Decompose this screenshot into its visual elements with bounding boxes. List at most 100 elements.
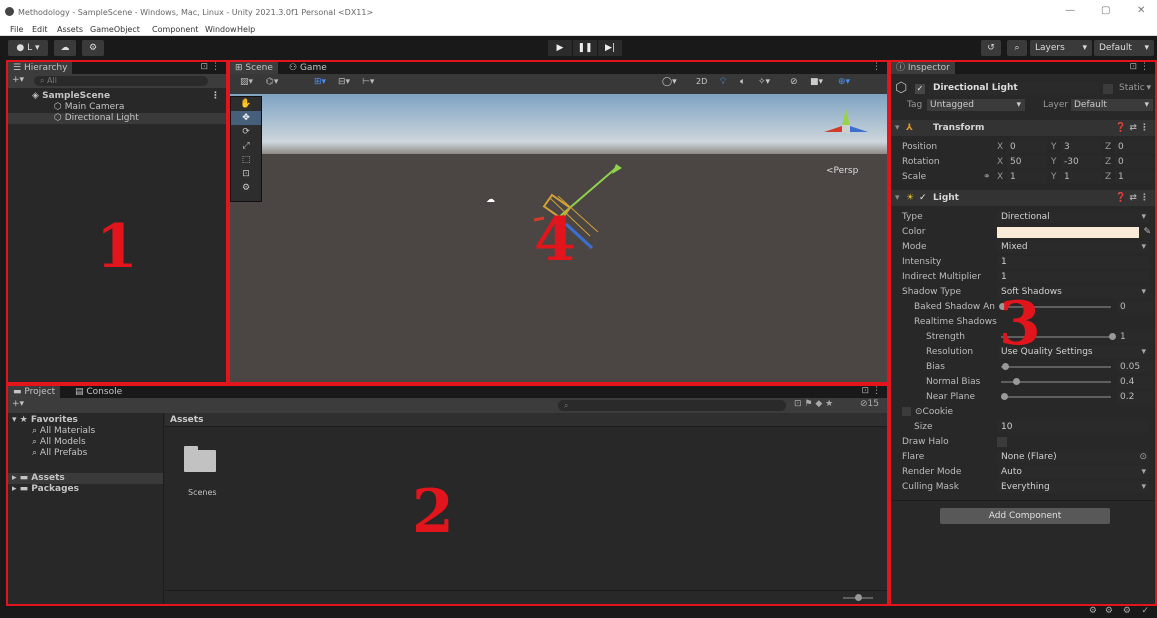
maximize-button[interactable]: ▢ [1101, 5, 1110, 16]
normal-bias-field[interactable]: 0.4 [1117, 376, 1153, 388]
play-button[interactable]: ▶ [548, 40, 572, 56]
mode-dropdown[interactable]: Mixed [997, 241, 1149, 253]
list-item[interactable]: ⬡ Directional Light [8, 113, 226, 124]
folder-icon[interactable] [184, 446, 216, 472]
tab-console[interactable]: ▤ Console [70, 386, 127, 398]
lighting-status-icon[interactable]: ⚙ [1123, 606, 1131, 616]
hidden-packages-toggle[interactable]: ⊘15 [860, 399, 879, 409]
add-button[interactable]: +▾ [12, 75, 24, 85]
kebab-menu-icon[interactable]: ⋮ [872, 386, 881, 396]
render-mode-dropdown[interactable]: Auto [997, 466, 1149, 478]
effects-icon[interactable]: ✧▾ [758, 77, 770, 87]
assets-root-row[interactable]: ▸ ▬ Assets [8, 473, 163, 484]
list-item[interactable]: ⌕ All Materials [32, 426, 95, 437]
culling-mask-dropdown[interactable]: Everything [997, 481, 1149, 493]
cloud-icon[interactable]: ☁ [54, 40, 76, 56]
custom-tool-icon[interactable]: ⚙ [231, 181, 261, 195]
hand-tool-icon[interactable]: ✋ [231, 97, 261, 111]
position-y-field[interactable]: 3 [1061, 141, 1101, 153]
grid-snap-icon[interactable]: ⊞▾ [314, 77, 326, 87]
near-plane-field[interactable]: 0.2 [1117, 391, 1153, 403]
menu-assets[interactable]: Assets [57, 25, 83, 34]
breadcrumb[interactable]: Assets [165, 413, 887, 427]
orientation-gizmo[interactable] [818, 98, 874, 154]
layers-dropdown[interactable]: Layers ▾ [1030, 40, 1092, 56]
layer-dropdown[interactable]: Default ▾ [1071, 99, 1153, 111]
strength-field[interactable]: 1 [1117, 331, 1153, 343]
add-component-button[interactable]: Add Component [940, 508, 1110, 524]
increment-snap-icon[interactable]: ⊟▾ [338, 77, 350, 87]
static-checkbox[interactable] [1103, 84, 1113, 94]
kebab-menu-icon[interactable]: ⋮ [211, 62, 220, 72]
eyedropper-icon[interactable]: ✎ [1143, 225, 1151, 239]
tab-inspector[interactable]: ⓘ Inspector [891, 62, 955, 74]
folder-label[interactable]: Scenes [188, 488, 217, 497]
layout-dropdown[interactable]: Default ▾ [1094, 40, 1154, 56]
gizmo-center[interactable] [842, 125, 850, 133]
2d-toggle[interactable]: 2D [696, 77, 707, 86]
ruler-icon[interactable]: ⊢▾ [362, 77, 374, 87]
history-icon[interactable]: ↺ [981, 40, 1001, 56]
kebab-menu-icon[interactable]: ⋮ [1140, 62, 1149, 72]
audio-icon[interactable]: 🔈︎ [740, 77, 745, 87]
progress-icon[interactable]: ⚙ [1105, 606, 1113, 616]
kebab-menu-icon[interactable]: ⋮ [211, 91, 220, 102]
persp-label[interactable]: <Persp [826, 166, 858, 176]
minimize-button[interactable]: — [1065, 5, 1075, 16]
static-label[interactable]: Static [1119, 83, 1145, 93]
slider-knob[interactable] [855, 594, 862, 601]
menu-edit[interactable]: Edit [32, 25, 48, 34]
tag-dropdown[interactable]: Untagged ▾ [927, 99, 1025, 111]
flare-field[interactable]: None (Flare) [997, 451, 1149, 463]
search-icon[interactable]: ⌕ [1007, 40, 1027, 56]
collab-icon[interactable]: ⚙ [82, 40, 104, 56]
menu-window[interactable]: Window [205, 25, 237, 34]
account-button[interactable]: ● L ▾ [8, 40, 48, 56]
menu-file[interactable]: File [10, 25, 23, 34]
shading-icon[interactable]: ⌬▾ [266, 77, 278, 87]
near-plane-slider[interactable] [1001, 396, 1111, 398]
tab-scene[interactable]: ⊞ Scene [230, 62, 278, 74]
light-enabled-checkbox[interactable]: ✓ [919, 190, 927, 206]
packages-root-row[interactable]: ▸ ▬ Packages [12, 484, 79, 495]
gizmo-z-axis[interactable] [850, 126, 868, 132]
menu-component[interactable]: Component [152, 25, 198, 34]
sun-icon[interactable]: ☁ [486, 195, 495, 205]
list-item[interactable]: ⌕ All Prefabs [32, 448, 87, 459]
position-x-field[interactable]: 0 [1007, 141, 1047, 153]
tab-hierarchy[interactable]: ☰ Hierarchy [8, 62, 73, 74]
baked-angle-field[interactable]: 0 [1117, 301, 1153, 313]
link-icon[interactable]: ⚭ [983, 170, 991, 184]
slider-knob[interactable] [1001, 363, 1009, 370]
component-menu-icons[interactable]: ❓ ⇄ ⋮ [1115, 190, 1149, 206]
debug-icon[interactable]: ⚙ [1089, 606, 1097, 616]
transform-header[interactable]: ▾ ⅄ Transform ❓ ⇄ ⋮ [891, 120, 1155, 136]
bias-slider[interactable] [1001, 366, 1111, 368]
draw-mode-icon[interactable]: ▨▾ [240, 77, 253, 87]
gizmos-icon[interactable]: ⊕▾ [838, 77, 850, 87]
check-icon[interactable]: ✓ [1141, 606, 1149, 616]
lock-icon[interactable]: ⊡ [1129, 62, 1137, 72]
intensity-field[interactable]: 1 [997, 256, 1149, 268]
favorites-row[interactable]: ▾ ★ Favorites [12, 415, 78, 426]
scale-z-field[interactable]: 1 [1115, 171, 1155, 183]
rotation-x-field[interactable]: 50 [1007, 156, 1047, 168]
size-field[interactable]: 10 [997, 421, 1149, 433]
type-dropdown[interactable]: Directional [997, 211, 1149, 223]
cookie-slot[interactable] [902, 407, 911, 416]
object-name-field[interactable]: Directional Light [929, 82, 1099, 95]
move-tool-icon[interactable]: ✥ [231, 111, 261, 125]
scale-tool-icon[interactable]: ⤢ [231, 139, 261, 153]
position-z-field[interactable]: 0 [1115, 141, 1155, 153]
list-item[interactable]: ⬡ Main Camera [8, 102, 226, 113]
kebab-menu-icon[interactable]: ⋮ [872, 62, 881, 72]
rotation-z-field[interactable]: 0 [1115, 156, 1155, 168]
active-checkbox[interactable]: ✓ [915, 84, 925, 94]
gizmo-x-axis[interactable] [824, 126, 842, 132]
lock-icon[interactable]: ⊡ [200, 62, 208, 72]
menu-help[interactable]: Help [237, 25, 255, 34]
color-swatch[interactable] [997, 227, 1139, 238]
chevron-down-icon[interactable]: ▾ [1146, 83, 1151, 93]
menu-gameobject[interactable]: GameObject [90, 25, 140, 34]
rotation-y-field[interactable]: -30 [1061, 156, 1101, 168]
